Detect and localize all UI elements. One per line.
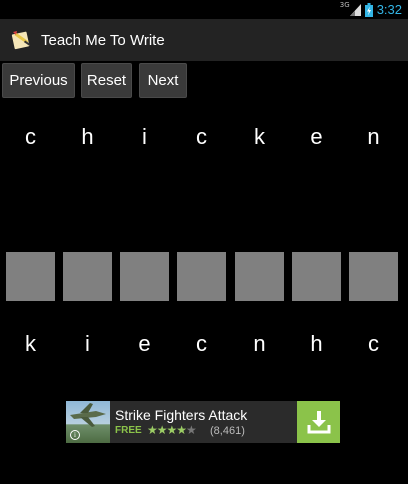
ad-title: Strike Fighters Attack	[115, 407, 248, 423]
target-letter: h	[81, 124, 94, 149]
ad-review-count: (8,461)	[210, 425, 245, 437]
drop-box[interactable]	[177, 252, 226, 301]
target-letter: k	[254, 124, 265, 149]
target-letter: i	[142, 124, 147, 149]
draggable-letter[interactable]: e	[120, 327, 169, 361]
drop-box[interactable]	[235, 252, 284, 301]
action-bar: Teach Me To Write	[0, 19, 408, 61]
previous-button[interactable]: Previous	[2, 63, 75, 98]
status-icons: 3G 3:32	[340, 0, 402, 19]
drop-box[interactable]	[349, 252, 398, 301]
ad-info-icon[interactable]: i	[70, 430, 80, 440]
draggable-letter[interactable]: h	[292, 327, 341, 361]
next-button[interactable]: Next	[139, 63, 187, 98]
app-title: Teach Me To Write	[41, 31, 165, 49]
drop-box[interactable]	[292, 252, 341, 301]
rating-stars-icon: ★★★★★	[147, 423, 197, 437]
target-letter: c	[196, 124, 207, 149]
draggable-letter[interactable]: k	[6, 327, 55, 361]
download-icon[interactable]	[297, 401, 340, 443]
draggable-letter[interactable]: i	[63, 327, 112, 361]
ad-price-label: FREE	[115, 425, 142, 436]
pencil-notebook-icon	[10, 28, 34, 52]
reset-button[interactable]: Reset	[81, 63, 132, 98]
draggable-letter[interactable]: c	[177, 327, 226, 361]
target-letter: e	[310, 124, 323, 149]
network-type-label: 3G	[339, 0, 350, 9]
status-bar: 3G 3:32	[0, 0, 408, 19]
drop-box-row	[0, 252, 408, 301]
scrambled-letter-row: k i e c n h c	[0, 327, 408, 361]
drop-box[interactable]	[63, 252, 112, 301]
draggable-letter[interactable]: n	[235, 327, 284, 361]
status-clock: 3:32	[376, 2, 402, 17]
battery-charging-icon	[364, 2, 373, 17]
ad-banner[interactable]: i Strike Fighters Attack FREE ★★★★★ (8,4…	[66, 401, 340, 443]
target-word-row: c h i c k e n	[0, 120, 408, 154]
ad-game-thumbnail: i	[66, 401, 110, 443]
target-letter: c	[25, 124, 36, 149]
navigation-toolbar: Previous Reset Next	[0, 63, 408, 98]
draggable-letter[interactable]: c	[349, 327, 398, 361]
drop-box[interactable]	[6, 252, 55, 301]
drop-box[interactable]	[120, 252, 169, 301]
signal-icon	[349, 3, 361, 16]
target-letter: n	[367, 124, 380, 149]
